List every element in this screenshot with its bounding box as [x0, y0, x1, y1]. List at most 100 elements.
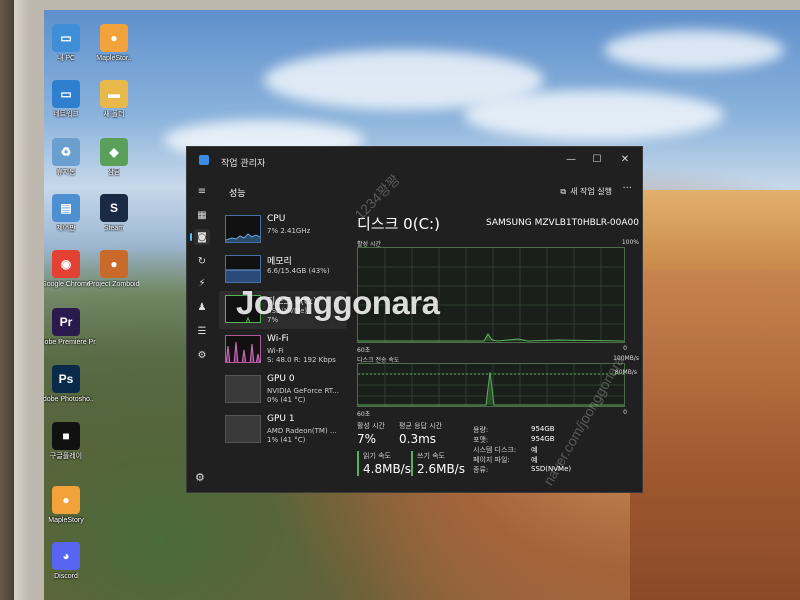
desktop-icon-glyph: ◆ — [100, 138, 128, 166]
desktop-icon[interactable]: ■ 구글플레이 — [44, 422, 96, 461]
performance-icon[interactable]: ◙ — [190, 229, 210, 245]
perf-item-sub: 7% 2.41GHz — [267, 227, 311, 235]
town-buildings — [640, 190, 800, 270]
desktop-icon[interactable]: ● MapleStor.. — [84, 24, 144, 63]
perf-item-sub: AMD Radeon(TM) ... 1% (41 °C) — [267, 427, 337, 444]
cpu-thumbnail — [225, 215, 261, 243]
desktop-icon-label: Project Zomboid — [88, 281, 140, 288]
perf-item-name: GPU 1 — [267, 414, 295, 424]
desktop-icon[interactable]: Pr Adobe Premiere Pr.. — [44, 308, 96, 347]
settings-gear-icon[interactable]: ⚙ — [195, 471, 205, 484]
desktop-icon[interactable]: ◆ 잠금 — [84, 138, 144, 177]
desktop-icon-glyph: ▬ — [100, 80, 128, 108]
sidebar-nav: ≡ ▦ ◙ ↻ ⚡ ♟ ☰ ⚙ — [190, 177, 213, 487]
processes-icon[interactable]: ▦ — [194, 207, 210, 223]
perf-item-gpu0[interactable]: GPU 0 NVIDIA GeForce RT... 0% (41 °C) — [219, 371, 347, 409]
disk-model: SAMSUNG MZVLB1T0HBLR-00A00 — [485, 218, 639, 228]
section-header: 성능 ⧉ 새 작업 실행 ··· — [215, 177, 642, 205]
wifi-thumbnail — [225, 335, 261, 363]
stat-label: 쓰기 속도 — [417, 452, 445, 460]
new-task-button[interactable]: ⧉ 새 작업 실행 — [560, 186, 612, 197]
stat-value: 2.6MB/s — [417, 462, 465, 476]
gpu1-thumbnail — [225, 415, 261, 443]
desktop-icon-glyph: S — [100, 194, 128, 222]
close-button[interactable]: ✕ — [613, 151, 637, 169]
desktop-icon-label: Steam — [103, 225, 125, 232]
desktop-icon-label: MapleStor.. — [96, 55, 132, 62]
desktop-icon-label: Adobe Photosho.. — [44, 396, 94, 403]
stat-label: 평균 응답 시간 — [399, 422, 443, 430]
more-options-icon[interactable]: ··· — [622, 183, 632, 194]
desktop-icon-glyph: ◉ — [52, 250, 80, 278]
desktop-icon-glyph: ▭ — [52, 24, 80, 52]
new-task-icon: ⧉ — [560, 186, 567, 196]
watermark-main: Joonggonara — [236, 284, 440, 321]
desktop-icon[interactable]: Ps Adobe Photosho.. — [44, 365, 96, 404]
stat-value: 7% — [357, 432, 377, 446]
perf-item-name: CPU — [267, 214, 286, 224]
prop-row: 용량: 954GB — [473, 425, 555, 434]
active-time-stat: 활성 시간 7% — [357, 421, 385, 446]
desktop-icon-label: 내 PC — [56, 55, 76, 62]
minimize-button[interactable]: — — [559, 151, 583, 169]
desktop-icon-label: Adobe Premiere Pr.. — [44, 339, 96, 346]
desktop-icon[interactable]: ● MapleStory — [44, 486, 96, 525]
details-icon[interactable]: ☰ — [194, 323, 210, 339]
desktop-icon-glyph: ◕ — [52, 542, 80, 570]
active-time-graph-min: 0 — [623, 345, 627, 352]
prop-row: 포맷: 954GB — [473, 435, 555, 444]
desktop-icon[interactable]: S Steam — [84, 194, 144, 233]
section-title: 성능 — [229, 189, 246, 199]
avg-response-stat: 평균 응답 시간 0.3ms — [399, 421, 442, 446]
desktop-icon-glyph: ● — [100, 250, 128, 278]
transfer-graph-min: 0 — [623, 409, 627, 416]
desktop-icon-glyph: ▤ — [52, 194, 80, 222]
perf-item-sub: 6.6/15.4GB (43%) — [267, 267, 330, 275]
desktop-icon[interactable]: ● Project Zomboid — [84, 250, 144, 289]
desktop-icon-label: MapleStory — [48, 517, 84, 524]
perf-item-sub: Wi-Fi S: 48.0 R: 192 Kbps — [267, 347, 336, 364]
desktop-icon-label: 구글플레이 — [49, 453, 83, 460]
users-icon[interactable]: ♟ — [194, 299, 210, 315]
desktop-icon-glyph: ● — [100, 24, 128, 52]
hamburger-menu-icon[interactable]: ≡ — [194, 183, 210, 199]
active-time-graph-time: 60초 — [357, 347, 371, 354]
maximize-button[interactable]: ☐ — [585, 151, 609, 169]
desktop-icon-glyph: ■ — [52, 422, 80, 450]
desktop-icon-label: 잠금 — [107, 169, 121, 176]
stat-value: 0.3ms — [399, 432, 437, 446]
stat-value: 4.8MB/s — [363, 462, 411, 476]
title-bar[interactable]: 작업 관리자 — ☐ ✕ — [187, 147, 642, 175]
perf-item-name: Wi-Fi — [267, 334, 289, 344]
desktop-icon[interactable]: ◕ Discord — [44, 542, 96, 581]
disk-detail-panel: 디스크 0(C:) SAMSUNG MZVLB1T0HBLR-00A00 활성 … — [355, 209, 639, 489]
desktop-icon-glyph: ● — [52, 486, 80, 514]
desktop-icon-label: 휴지통 — [56, 169, 76, 176]
task-manager-app-icon — [199, 155, 209, 165]
desktop-icon-glyph: ▭ — [52, 80, 80, 108]
memory-thumbnail — [225, 255, 261, 283]
desktop-icon-label: 네트워크 — [53, 111, 79, 118]
active-time-graph-max: 100% — [621, 239, 639, 246]
perf-item-sub: NVIDIA GeForce RT... 0% (41 °C) — [267, 387, 339, 404]
read-speed-stat: 읽기 속도 4.8MB/s — [357, 451, 411, 476]
transfer-graph-time: 60초 — [357, 411, 371, 418]
write-speed-stat: 쓰기 속도 2.6MB/s — [411, 451, 465, 476]
perf-item-cpu[interactable]: CPU 7% 2.41GHz — [219, 211, 347, 249]
stat-label: 읽기 속도 — [363, 452, 391, 460]
gpu0-thumbnail — [225, 375, 261, 403]
app-history-icon[interactable]: ↻ — [194, 253, 210, 269]
desktop-icon-label: Discord — [54, 573, 78, 580]
window-title: 작업 관리자 — [221, 159, 266, 169]
desktop-icon-glyph: Pr — [52, 308, 80, 336]
startup-apps-icon[interactable]: ⚡ — [194, 275, 210, 291]
desktop-icon-glyph: Ps — [52, 365, 80, 393]
desktop-icon-label: 제어판 — [56, 225, 76, 232]
perf-item-wifi[interactable]: Wi-Fi Wi-Fi S: 48.0 R: 192 Kbps — [219, 331, 347, 369]
new-task-label: 새 작업 실행 — [570, 187, 612, 196]
desktop-icon[interactable]: ▬ 새 폴더 — [84, 80, 144, 119]
services-icon[interactable]: ⚙ — [194, 347, 210, 363]
cliff-rock — [630, 270, 800, 600]
perf-item-gpu1[interactable]: GPU 1 AMD Radeon(TM) ... 1% (41 °C) — [219, 411, 347, 449]
stat-label: 활성 시간 — [357, 422, 385, 430]
